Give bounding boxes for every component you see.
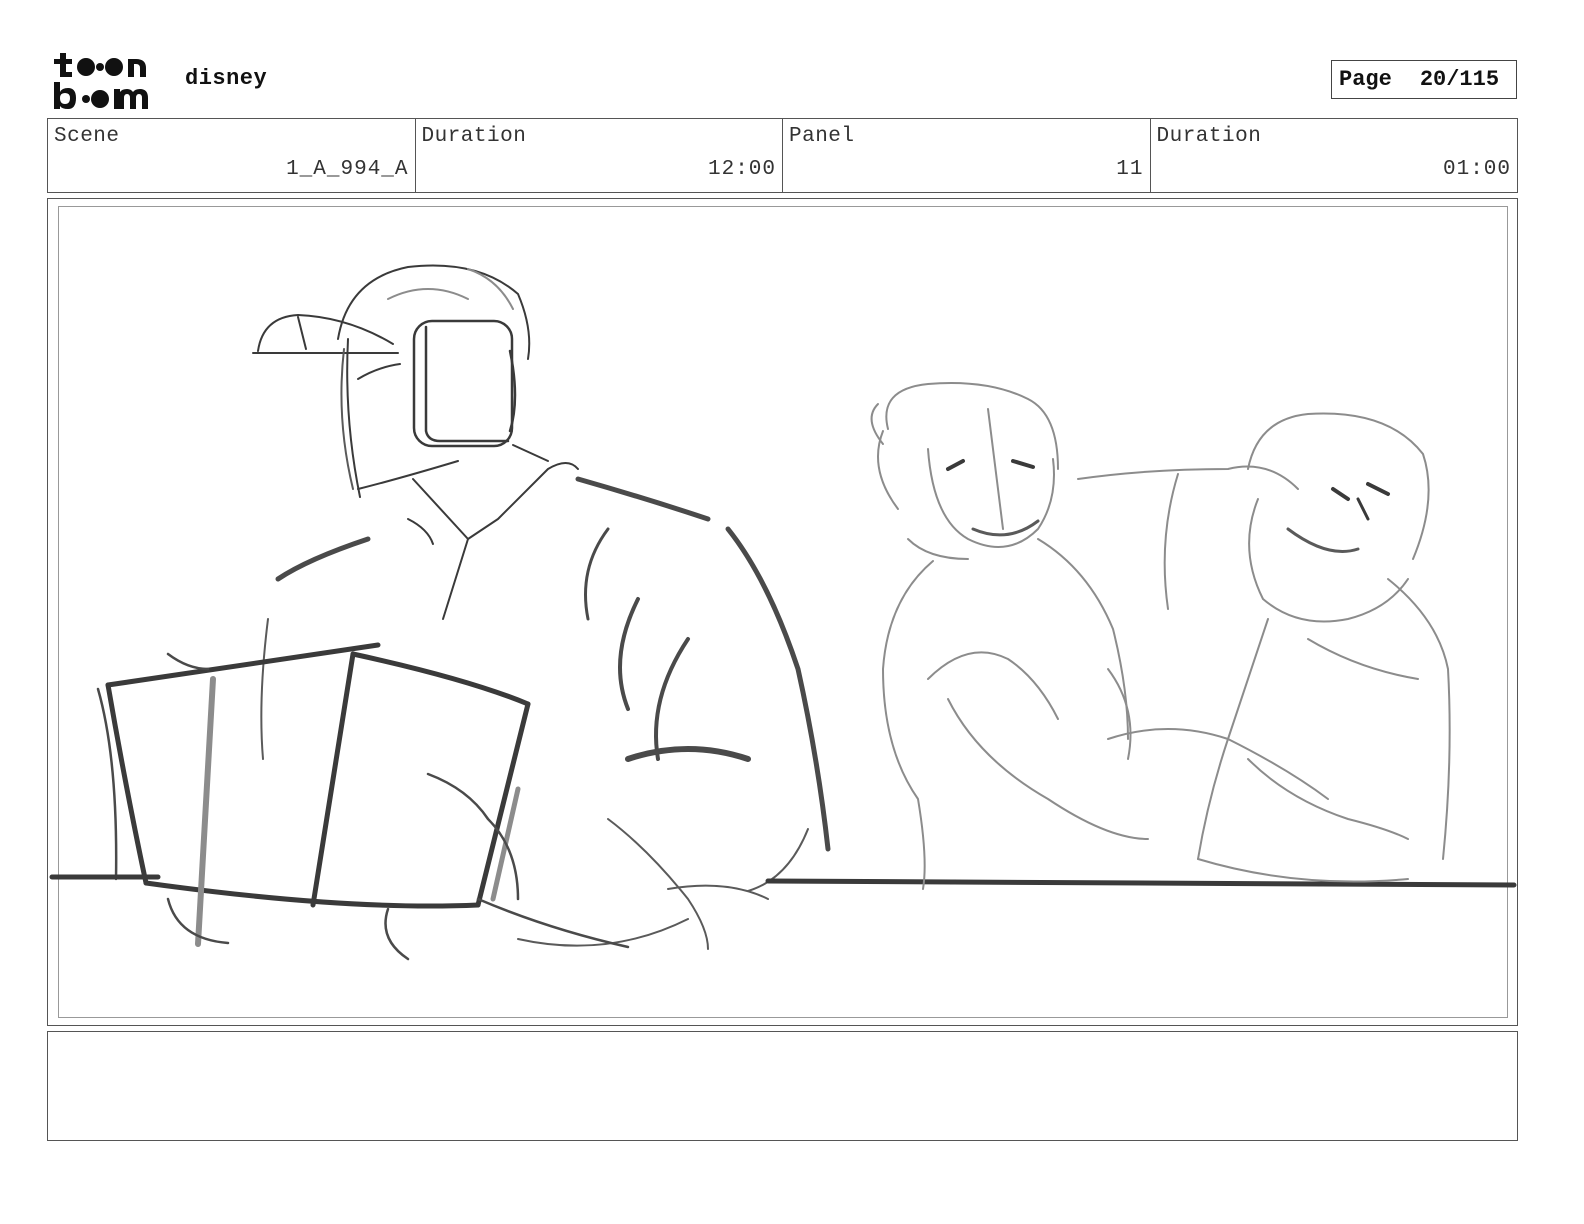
toonboom-logo-icon [52,50,164,112]
storyboard-sketch [49,264,1517,961]
panel-duration-value: 01:00 [1442,158,1511,181]
scene-duration-value: 12:00 [707,158,776,181]
panel-duration-cell: Duration 01:00 [1151,119,1518,192]
panel-duration-label: Duration [1156,125,1262,148]
page-indicator: Page 20/115 [1331,60,1517,99]
scene-duration-label: Duration [421,125,527,148]
scene-value: 1_A_994_A [286,158,409,181]
project-name: disney [185,66,268,91]
page-label: Page [1339,67,1392,92]
scene-label: Scene [54,125,120,148]
page-number: 20/115 [1419,67,1500,92]
panel-notes-box [47,1031,1518,1141]
scene-cell: Scene 1_A_994_A [48,119,416,192]
panel-label: Panel [789,125,855,148]
panel-info-table: Scene 1_A_994_A Duration 12:00 Panel 11 … [47,118,1518,193]
panel-cell: Panel 11 [783,119,1151,192]
panel-value: 11 [1116,158,1144,181]
scene-duration-cell: Duration 12:00 [416,119,783,192]
